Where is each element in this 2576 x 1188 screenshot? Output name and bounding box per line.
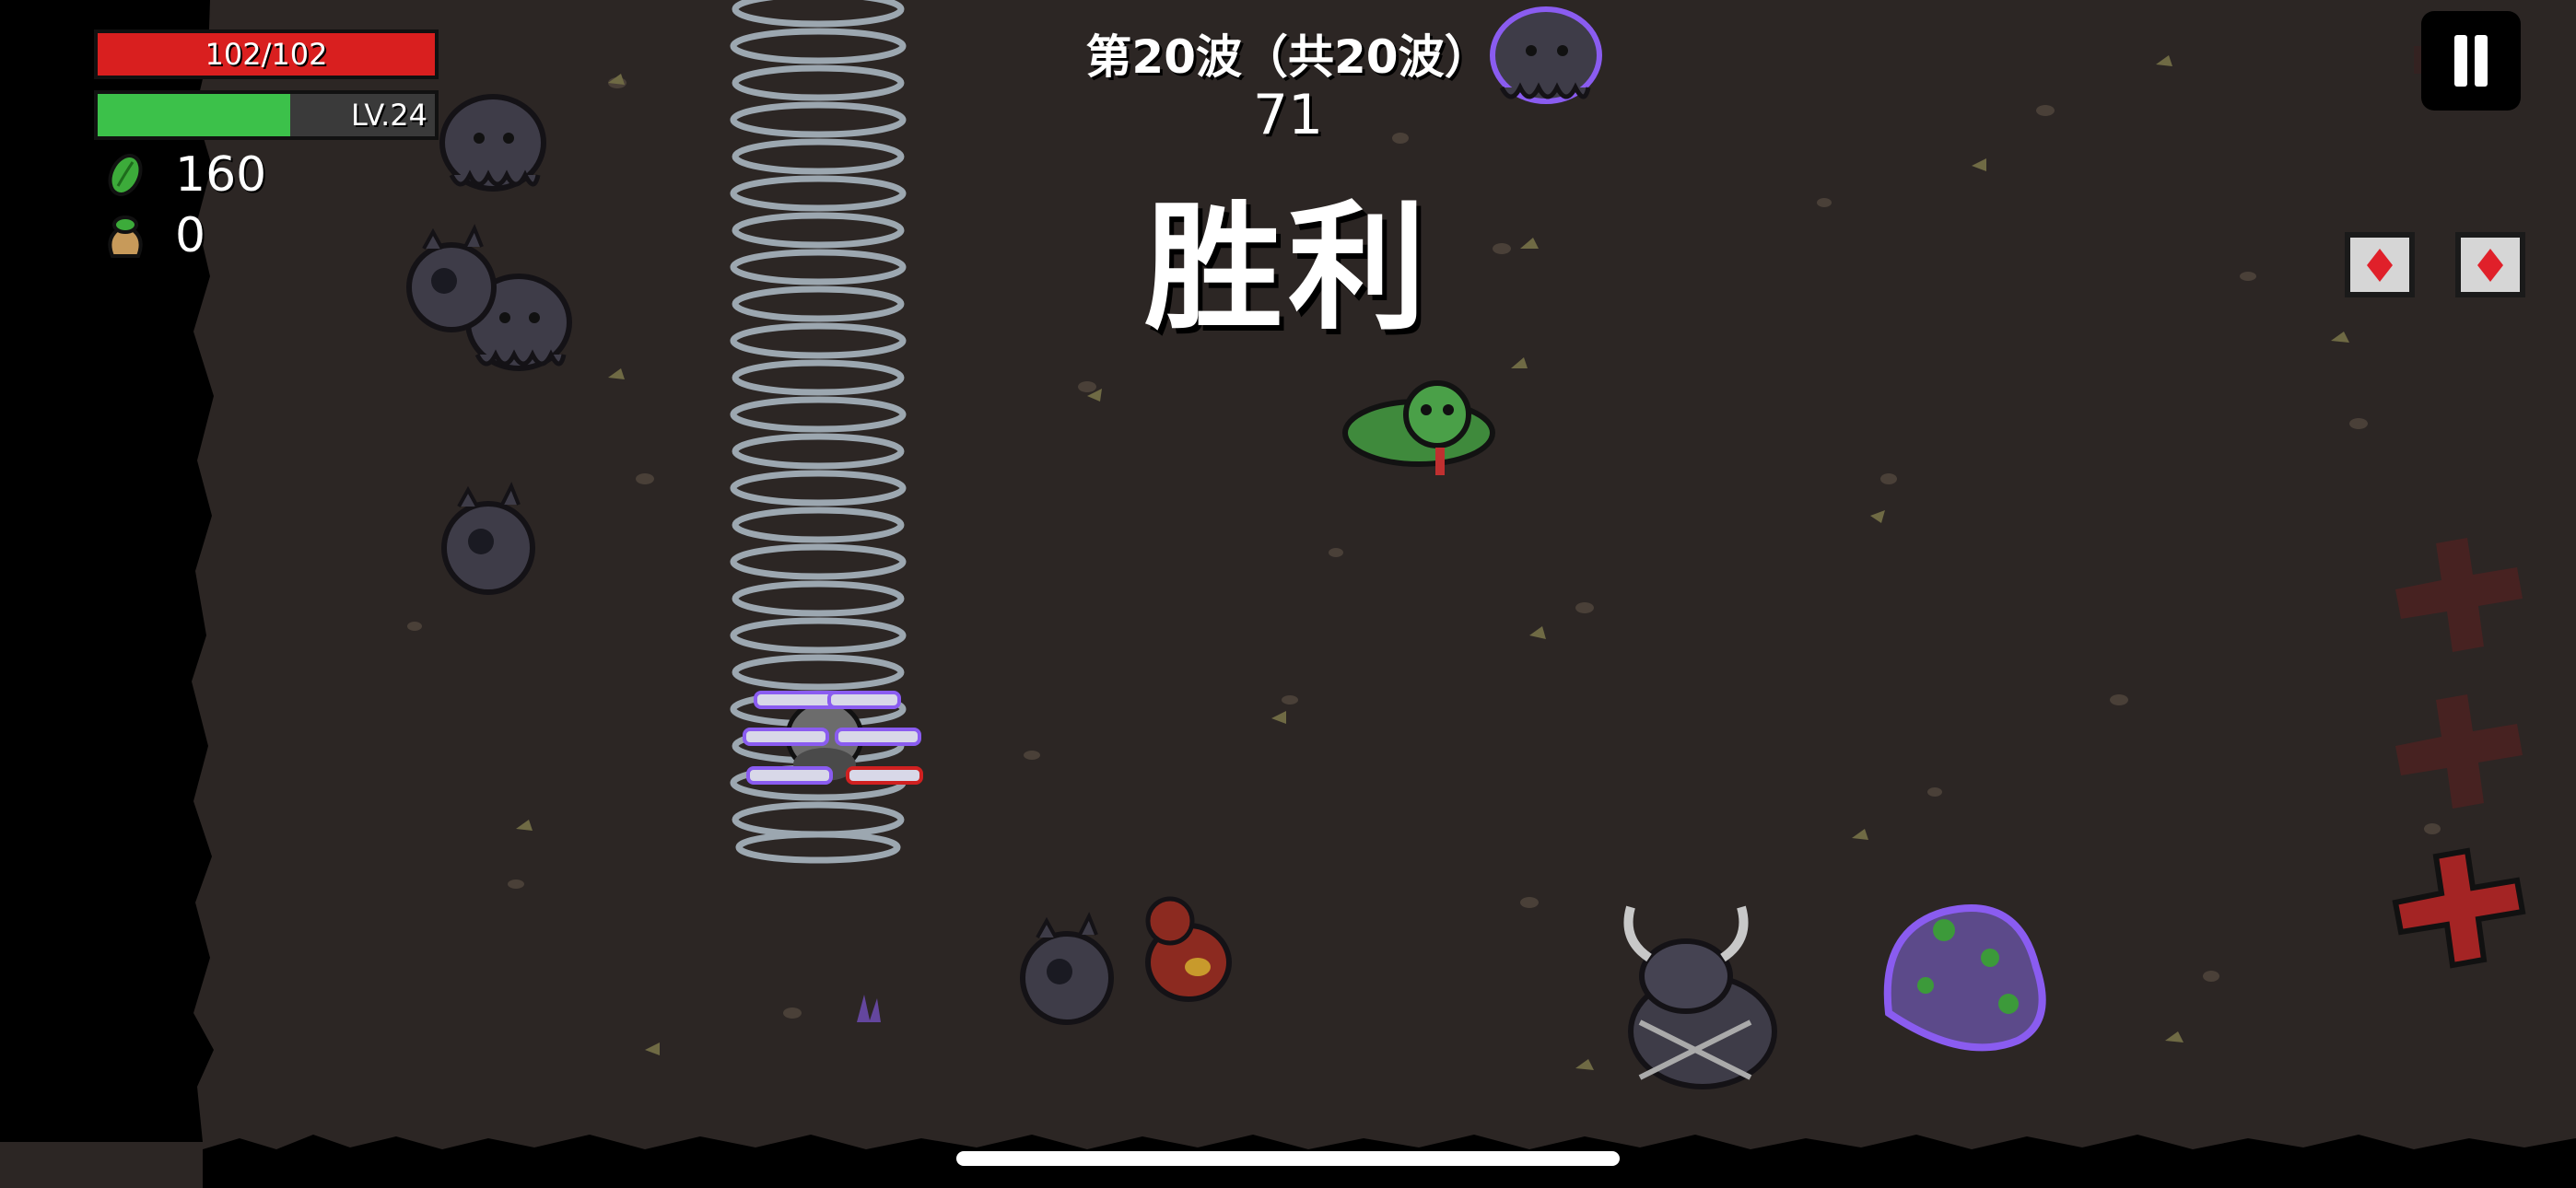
pause-icon-right-bar [2475,35,2488,87]
game-screen: 102/102 LV.24 160 0 第20波（共20波） 71 胜利 [0,0,2576,1188]
home-indicator[interactable] [956,1151,1620,1166]
pause-button[interactable] [2421,11,2521,111]
wave-timer: 71 [1252,83,1324,147]
pause-icon-left-bar [2454,35,2467,87]
victory-banner: 胜利 [1143,189,1432,349]
enemy-toxic-blob-boss [1883,904,2046,1052]
wave-label: 第20波（共20波） [1085,30,1491,84]
player-character [743,691,923,785]
